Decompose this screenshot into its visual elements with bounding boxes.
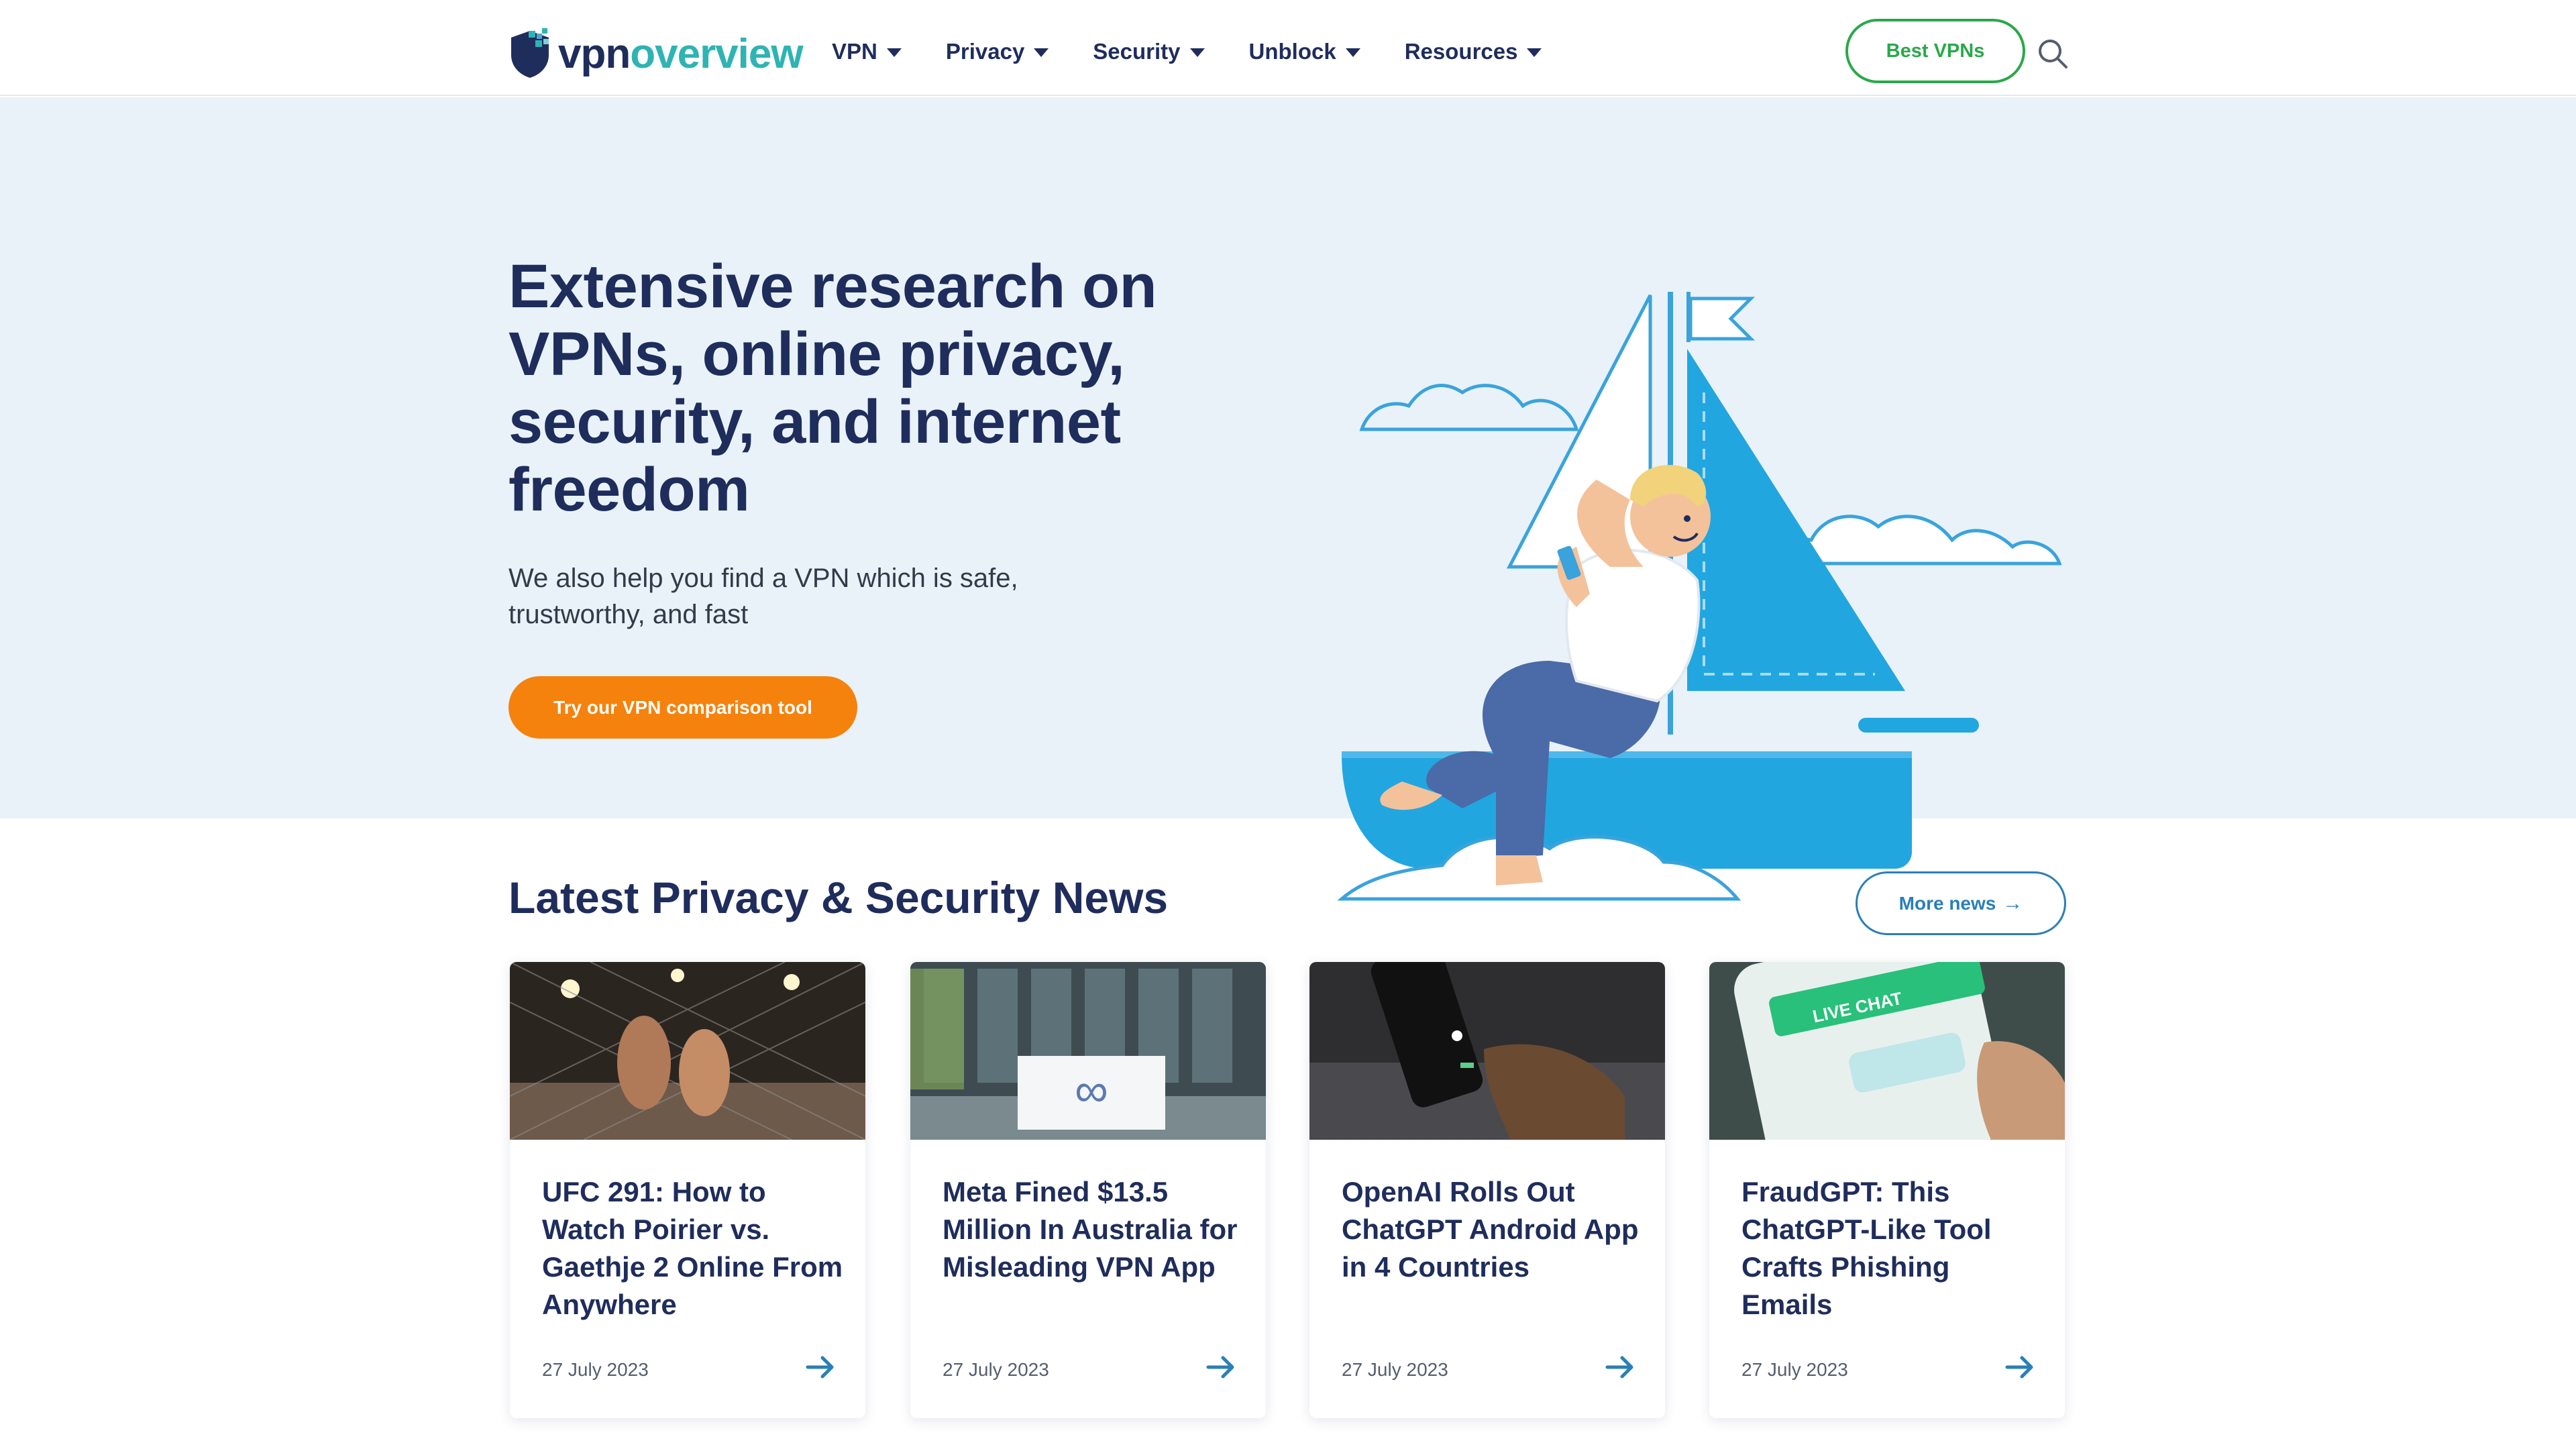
more-news-button[interactable]: More news → [1856, 871, 2066, 935]
news-card[interactable]: UFC 291: How to Watch Poirier vs. Gaethj… [510, 962, 865, 1418]
search-icon[interactable] [2037, 38, 2069, 70]
hero-title: Extensive research on VPNs, online priva… [508, 252, 1157, 524]
site-logo[interactable]: vpnoverview [508, 27, 804, 80]
news-card[interactable]: OpenAI Rolls Out ChatGPT Android App in … [1309, 962, 1665, 1418]
svg-text:∞: ∞ [1075, 1064, 1108, 1116]
nav-label: VPN [832, 39, 877, 64]
news-card-date: 27 July 2023 [542, 1359, 649, 1380]
nav-label: Resources [1404, 39, 1518, 64]
caret-down-icon [1189, 48, 1205, 57]
hero-subtitle: We also help you find a VPN which is saf… [508, 564, 1018, 629]
news-thumbnail-fraudgpt: LIVE CHAT [1709, 962, 2065, 1140]
news-card-title[interactable]: FraudGPT: This ChatGPT-Like Tool Crafts … [1741, 1173, 2043, 1324]
nav-security[interactable]: Security [1093, 39, 1205, 64]
caret-down-icon [886, 48, 902, 57]
best-vpns-button[interactable]: Best VPNs [1845, 19, 2025, 83]
arrow-right-icon: → [2002, 892, 2023, 914]
nav-label: Unblock [1248, 39, 1336, 64]
news-section-title: Latest Privacy & Security News [508, 873, 1169, 922]
arrow-right-icon[interactable] [1605, 1354, 1635, 1381]
news-card-title[interactable]: UFC 291: How to Watch Poirier vs. Gaethj… [542, 1173, 844, 1324]
caret-down-icon [1527, 48, 1542, 57]
arrow-right-icon[interactable] [1205, 1354, 1236, 1381]
vpn-comparison-button[interactable]: Try our VPN comparison tool [508, 676, 857, 739]
nav-resources[interactable]: Resources [1405, 39, 1542, 64]
news-card-date: 27 July 2023 [1342, 1359, 1448, 1380]
caret-down-icon [1034, 48, 1049, 57]
more-news-label: More news [1898, 892, 1996, 914]
main-nav: VPN Privacy Security Unblock Resources [832, 39, 1586, 64]
nav-privacy[interactable]: Privacy [946, 39, 1049, 64]
logo-text-overview: overview [630, 30, 803, 77]
news-card-date: 27 July 2023 [1741, 1359, 1848, 1380]
logo-text-vpn: vpn [558, 30, 631, 77]
news-card-date: 27 July 2023 [943, 1359, 1049, 1380]
news-thumbnail-ufc [510, 962, 865, 1140]
hero-section: Extensive research on VPNs, online priva… [0, 97, 2576, 901]
news-card[interactable]: ∞ Meta Fined $13.5 Million In Australia … [910, 962, 1266, 1418]
news-thumbnail-chatgpt [1309, 962, 1665, 1140]
nav-label: Privacy [945, 39, 1025, 64]
shield-logo-icon [511, 28, 549, 78]
news-card-title[interactable]: Meta Fined $13.5 Million In Australia fo… [943, 1173, 1244, 1286]
news-card-title[interactable]: OpenAI Rolls Out ChatGPT Android App in … [1342, 1173, 1644, 1286]
arrow-right-icon[interactable] [805, 1354, 836, 1381]
nav-vpn[interactable]: VPN [832, 39, 902, 64]
caret-down-icon [1345, 48, 1360, 57]
site-header: vpnoverview VPN Privacy Security Unblock… [0, 0, 2576, 96]
nav-label: Security [1093, 39, 1181, 64]
news-card[interactable]: LIVE CHAT FraudGPT: This ChatGPT-Like To… [1709, 962, 2065, 1418]
arrow-right-icon[interactable] [2004, 1354, 2035, 1381]
nav-unblock[interactable]: Unblock [1249, 39, 1360, 64]
sailboat-illustration [1337, 292, 2062, 901]
news-thumbnail-meta: ∞ [910, 962, 1266, 1140]
